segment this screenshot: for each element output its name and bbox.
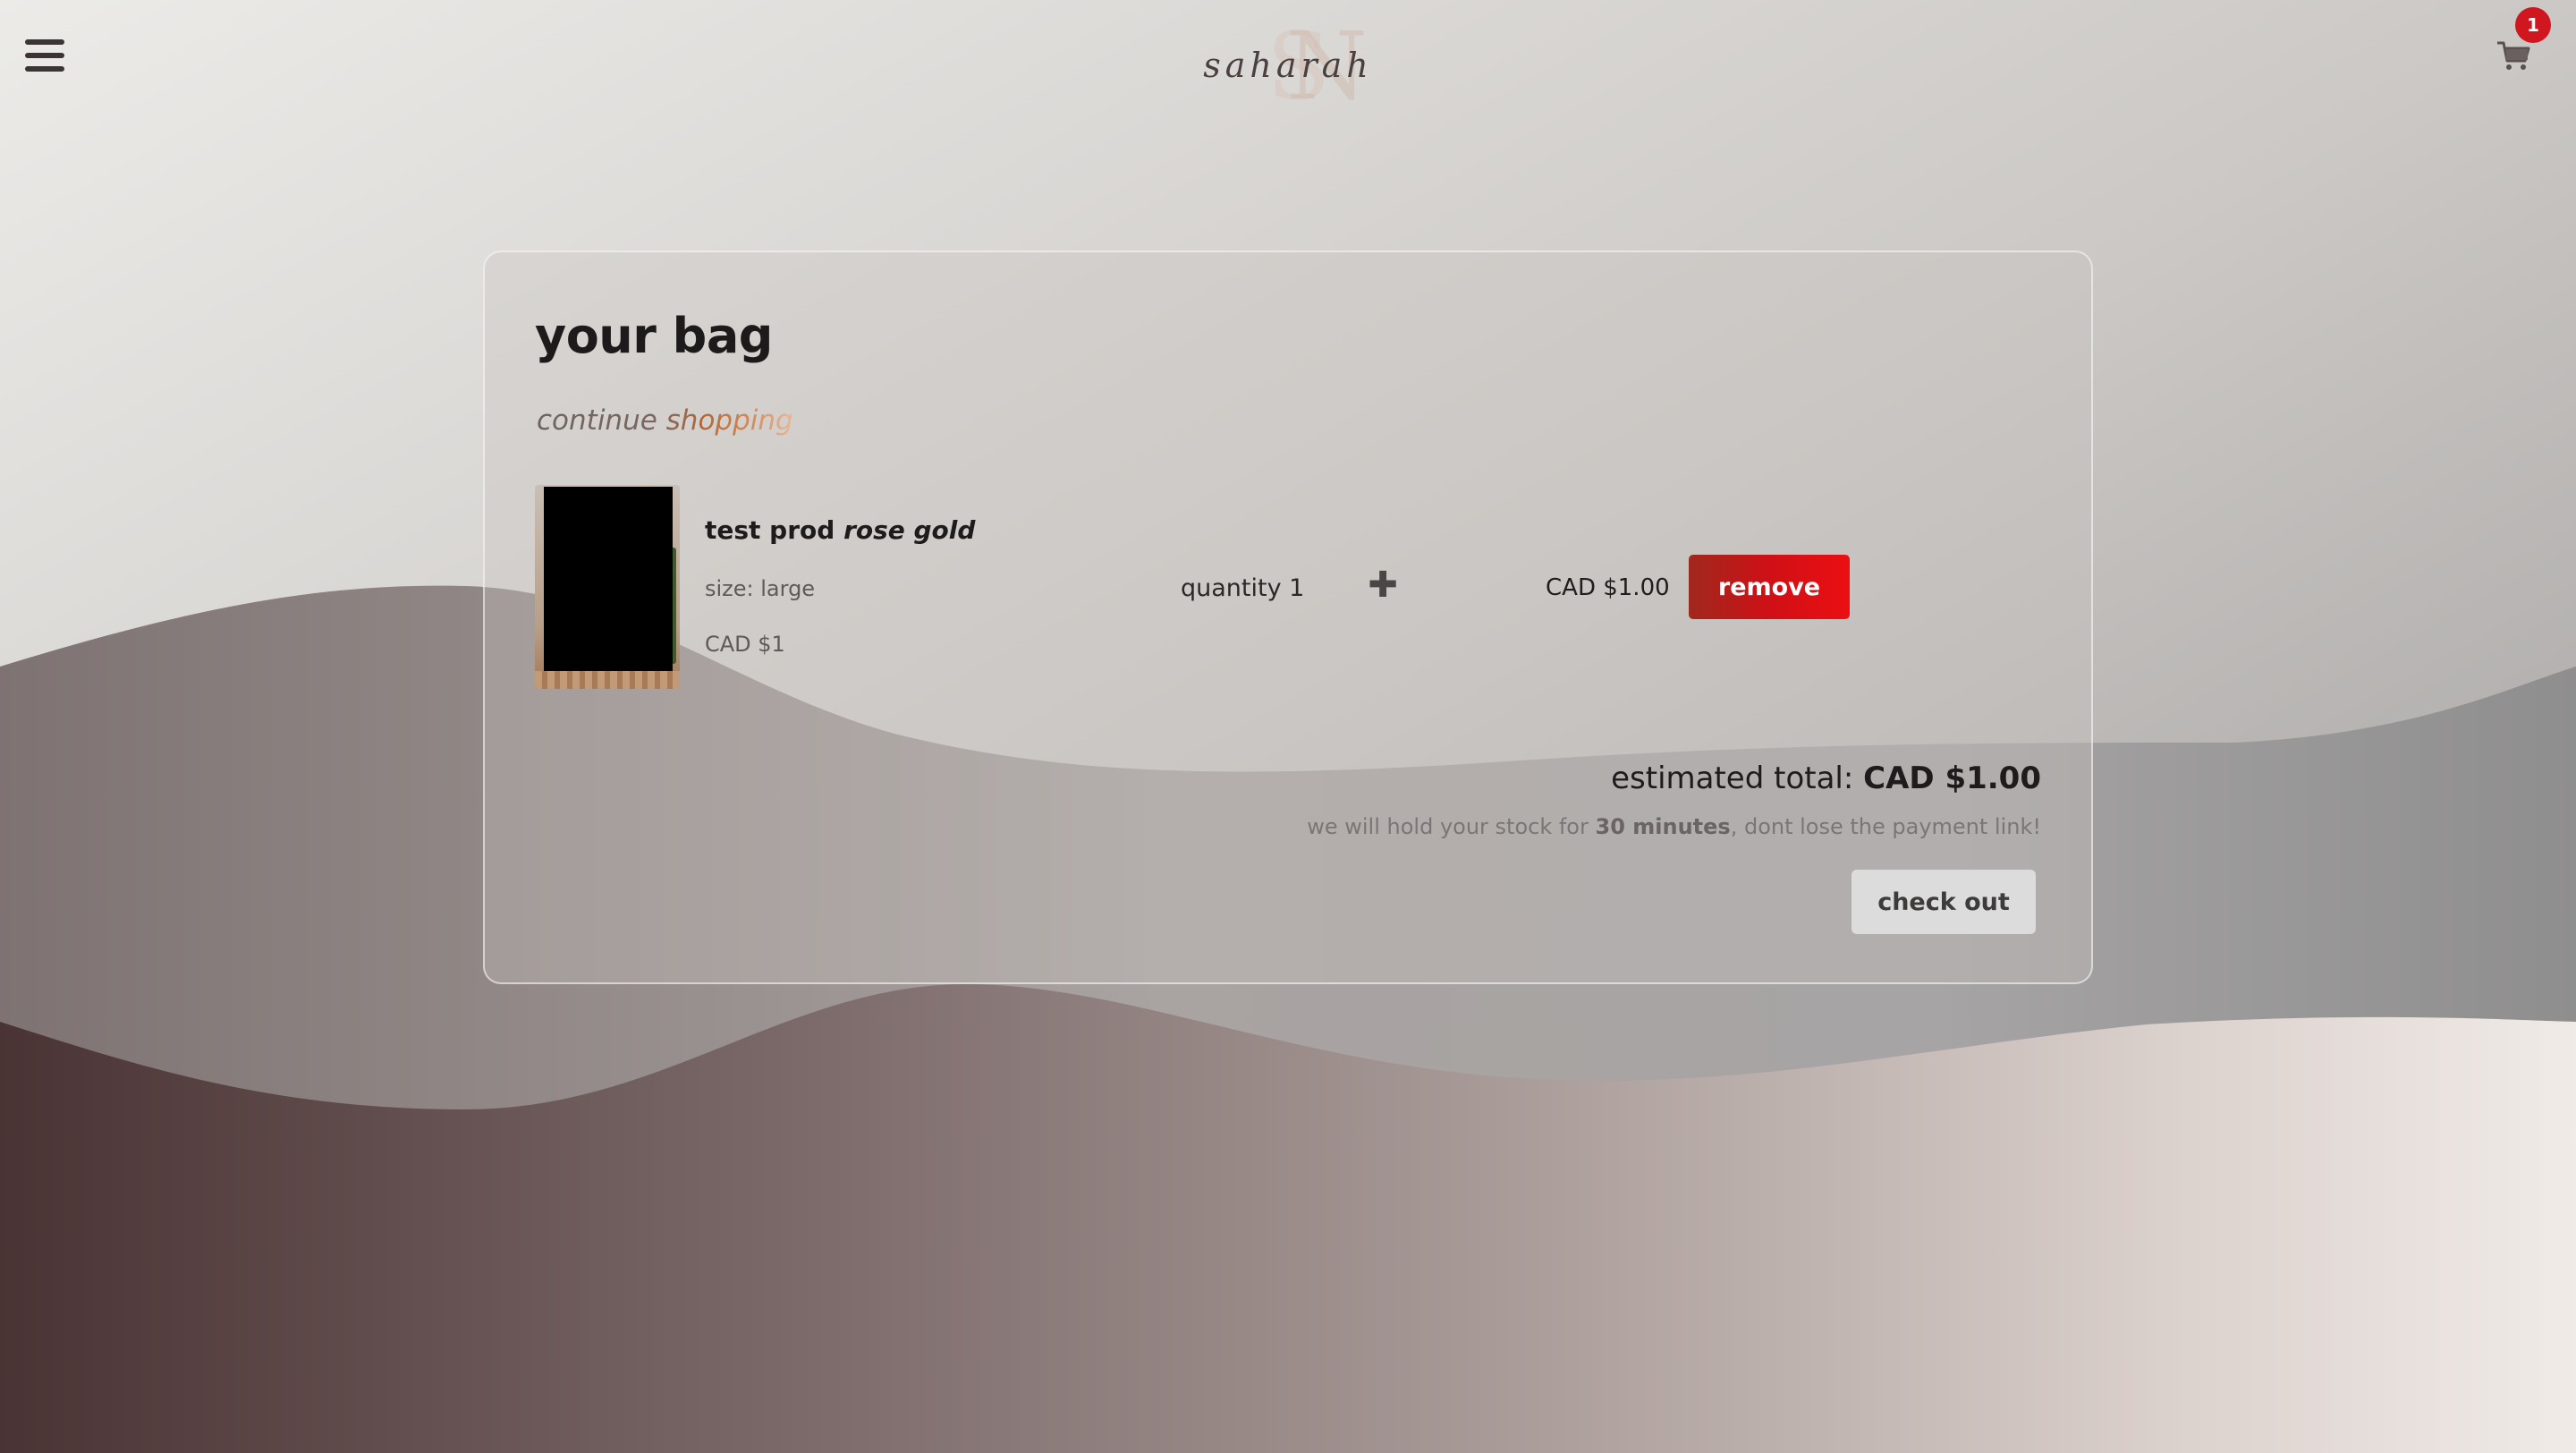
stock-hold-notice: we will hold your stock for 30 minutes, … xyxy=(1307,814,2041,839)
bag-panel: your bag continue shopping test prod ros… xyxy=(483,251,2093,984)
cart-count-badge: 1 xyxy=(2515,7,2551,43)
menu-bar-line xyxy=(25,53,64,58)
product-name-text: test prod xyxy=(705,515,835,545)
remove-button[interactable]: remove xyxy=(1689,555,1850,619)
thumbnail-redacted-area xyxy=(544,487,673,671)
product-variant: rose gold xyxy=(843,515,976,545)
shopping-cart-icon[interactable] xyxy=(2496,39,2531,72)
hold-note-time: 30 minutes xyxy=(1595,814,1731,839)
estimated-total-label: estimated total: xyxy=(1611,760,1854,796)
menu-bar-line xyxy=(25,39,64,45)
hamburger-menu-icon[interactable] xyxy=(25,36,64,75)
hold-note-suffix: , dont lose the payment link! xyxy=(1730,814,2041,839)
product-thumbnail[interactable] xyxy=(535,485,680,689)
bag-item-row: test prod rose gold size: large CAD $1 q… xyxy=(535,485,2046,700)
checkout-button[interactable]: check out xyxy=(1852,870,2036,934)
thumbnail-wood-base xyxy=(535,671,680,689)
logo-wordmark: saharah xyxy=(1203,46,1373,85)
line-total: CAD $1.00 xyxy=(1546,574,1670,601)
quantity-label: quantity 1 xyxy=(1181,574,1305,602)
top-navigation-bar: S N saharah 1 xyxy=(0,0,2576,116)
product-name[interactable]: test prod rose gold xyxy=(705,515,975,545)
product-unit-price: CAD $1 xyxy=(705,632,785,657)
continue-shopping-link[interactable]: continue shopping xyxy=(537,404,793,437)
brand-logo[interactable]: S N saharah xyxy=(1190,16,1386,109)
plus-icon[interactable]: ✚ xyxy=(1365,567,1401,603)
product-size: size: large xyxy=(705,576,816,601)
hold-note-prefix: we will hold your stock for xyxy=(1307,814,1589,839)
page-title: your bag xyxy=(535,308,773,364)
estimated-total: estimated total: CAD $1.00 xyxy=(1611,760,2041,796)
menu-bar-line xyxy=(25,66,64,72)
estimated-total-value: CAD $1.00 xyxy=(1863,760,2041,796)
